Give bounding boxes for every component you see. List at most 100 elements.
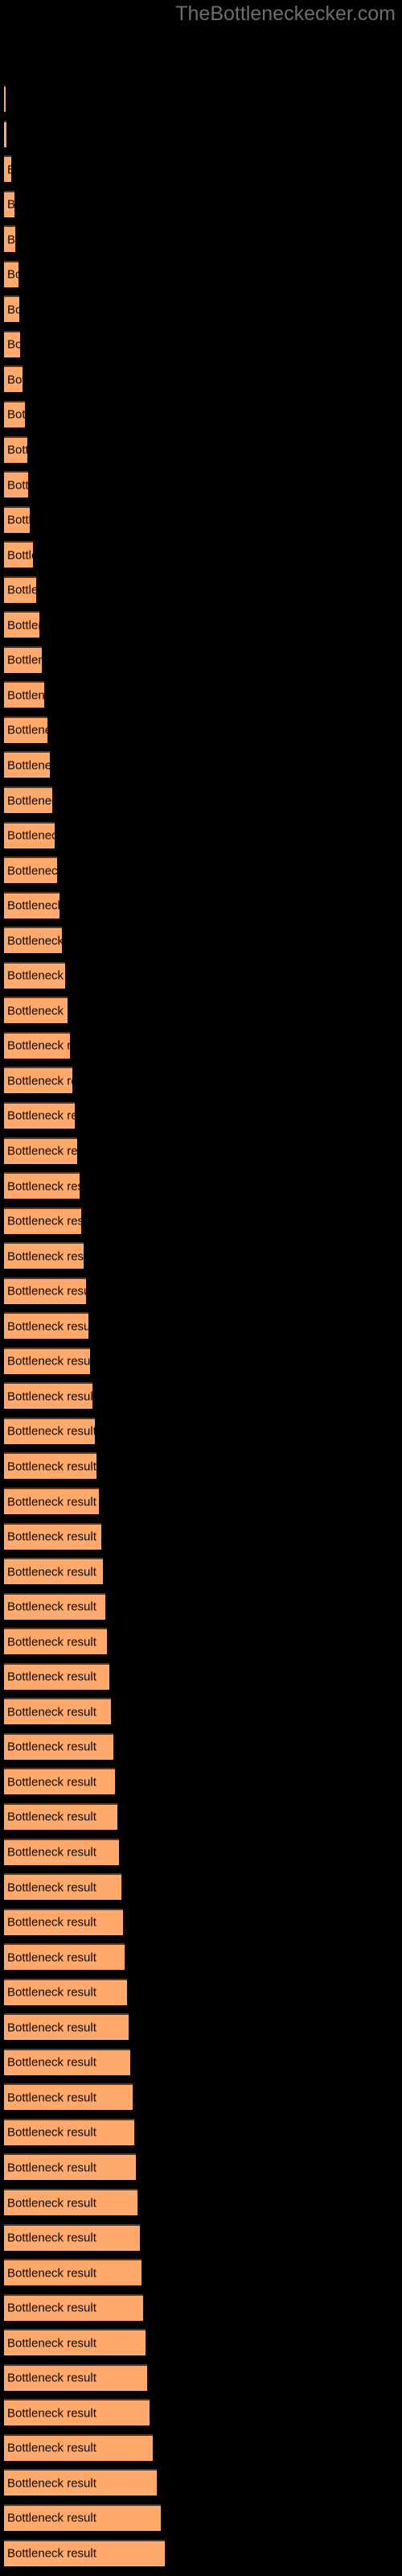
bar-label: Bottleneck result (7, 303, 19, 317)
bar-label: Bottleneck result (7, 1915, 96, 1930)
bar-label: Bottleneck result (7, 934, 62, 948)
bar[interactable]: Bottleneck result (4, 2223, 140, 2251)
bar[interactable]: Bottleneck result (4, 681, 44, 708)
bar[interactable]: Bottleneck result (4, 2399, 150, 2426)
bar-label: Bottleneck result (7, 794, 52, 807)
bar[interactable]: Bottleneck result (4, 1558, 103, 1585)
bar[interactable]: Bottleneck result (4, 2329, 146, 2356)
bar-label: Bottleneck result (7, 723, 47, 737)
bar[interactable]: Bottleneck result (4, 927, 62, 954)
bar[interactable]: Bottleneck result (4, 1732, 113, 1760)
bar[interactable]: Bottleneck result (4, 541, 33, 568)
bar[interactable]: Bottleneck result (4, 1067, 72, 1094)
bar-label: Bottleneck result (7, 2231, 96, 2245)
bar[interactable]: Bottleneck result (4, 1277, 86, 1304)
bar[interactable]: Bottleneck result (4, 2469, 157, 2496)
bar-label: Bottleneck result (7, 2476, 96, 2491)
bar[interactable]: Bottleneck result (4, 891, 59, 919)
bar[interactable]: Bottleneck result (4, 857, 57, 884)
bar[interactable]: Bottleneck result (4, 1031, 70, 1059)
bar[interactable]: Bottleneck result (4, 120, 6, 147)
bar[interactable]: Bottleneck result (4, 576, 36, 603)
bar[interactable]: Bottleneck result (4, 2434, 153, 2461)
bar[interactable]: Bottleneck result (4, 2504, 161, 2531)
bar[interactable]: Bottleneck result (4, 1417, 95, 1444)
bar-series-layer: Bottleneck result Bottleneck result Bottle… (0, 0, 402, 2576)
bar-label: Bottleneck result (7, 898, 59, 913)
bar[interactable]: Bottleneck result (4, 190, 14, 217)
bar[interactable]: Bottleneck result (4, 1347, 90, 1374)
bar[interactable]: Bottleneck result (4, 1838, 119, 1865)
bar[interactable]: Bottleneck result (4, 1943, 125, 1971)
bar[interactable]: Bottleneck result (4, 1312, 88, 1340)
bar[interactable]: Bottleneck result (4, 85, 6, 112)
bar[interactable]: Bottleneck result (4, 1662, 109, 1690)
bar-label: Bottleneck result (7, 968, 65, 983)
bar[interactable]: Bottleneck result (4, 2153, 136, 2181)
bar-label: Bottleneck result (7, 1108, 75, 1123)
bar[interactable]: Bottleneck result (4, 400, 25, 427)
bar-label: Bottleneck result (7, 1214, 81, 1228)
bar[interactable]: Bottleneck result (4, 961, 65, 989)
bar[interactable]: Bottleneck result (4, 786, 52, 813)
bar[interactable]: Bottleneck result (4, 295, 19, 323)
bar-label: Bottleneck result (7, 2021, 96, 2035)
bar[interactable]: Bottleneck result (4, 1382, 92, 1410)
bar[interactable]: Bottleneck result (4, 1242, 84, 1269)
bar[interactable]: Bottleneck result (4, 2083, 133, 2111)
bar-label: Bottleneck result (7, 1775, 96, 1790)
bar[interactable]: Bottleneck result (4, 2048, 130, 2075)
bar[interactable]: Bottleneck result (4, 2363, 147, 2391)
bar[interactable]: Bottleneck result (4, 2259, 142, 2286)
bar-label: Bottleneck result (7, 163, 11, 176)
bar[interactable]: Bottleneck result (4, 751, 50, 778)
bar-label: Bottleneck result (7, 1424, 95, 1439)
bar[interactable]: Bottleneck result (4, 365, 23, 393)
bar[interactable]: Bottleneck result (4, 1207, 81, 1234)
bar[interactable]: Bottleneck result (4, 1628, 107, 1655)
bar[interactable]: Bottleneck result (4, 155, 11, 183)
bar[interactable]: Bottleneck result (4, 821, 55, 848)
bar[interactable]: Bottleneck result (4, 1172, 80, 1199)
bar[interactable]: Bottleneck result (4, 1522, 101, 1550)
bar-label: Bottleneck result (7, 828, 55, 843)
bar[interactable]: Bottleneck result (4, 1592, 105, 1620)
bar[interactable]: Bottleneck result (4, 2013, 129, 2041)
bar[interactable]: Bottleneck result (4, 225, 15, 253)
bar[interactable]: Bottleneck result (4, 1452, 96, 1480)
bar[interactable]: Bottleneck result (4, 1768, 115, 1795)
bar-label: Bottleneck result (7, 1810, 96, 1824)
bar-label: Bottleneck result (7, 2055, 96, 2070)
bar[interactable]: Bottleneck result (4, 1908, 123, 1935)
bar-label: Bottleneck result (7, 758, 50, 773)
bar[interactable]: Bottleneck result (4, 1137, 77, 1164)
bar[interactable]: Bottleneck result (4, 2118, 134, 2145)
bar[interactable]: Bottleneck result (4, 716, 47, 743)
bar-label: Bottleneck result (7, 583, 36, 597)
bar[interactable]: Bottleneck result (4, 506, 30, 533)
bar[interactable]: Bottleneck result (4, 2293, 143, 2321)
bar-label: Bottleneck result (7, 198, 14, 212)
bar[interactable]: Bottleneck result (4, 1873, 121, 1901)
bar[interactable]: Bottleneck result (4, 2539, 165, 2566)
bar[interactable]: Bottleneck result (4, 471, 28, 498)
bar-label: Bottleneck result (7, 864, 57, 878)
bar-label: Bottleneck result (7, 443, 27, 457)
bar-label: Bottleneck result (7, 1880, 96, 1895)
bar[interactable]: Bottleneck result (4, 330, 20, 357)
bar[interactable]: Bottleneck result (4, 1978, 127, 2005)
bar-label: Bottleneck result (7, 337, 20, 352)
bar-label: Bottleneck result (7, 1985, 96, 2000)
bar[interactable]: Bottleneck result (4, 1488, 99, 1514)
bar[interactable]: Bottleneck result (4, 1802, 117, 1830)
bar-label: Bottleneck result (7, 2336, 96, 2351)
bar[interactable]: Bottleneck result (4, 1101, 75, 1129)
bar-label: Bottleneck result (7, 267, 18, 282)
bar[interactable]: Bottleneck result (4, 1698, 111, 1725)
bar[interactable]: Bottleneck result (4, 436, 27, 463)
bar[interactable]: Bottleneck result (4, 611, 39, 638)
bar[interactable]: Bottleneck result (4, 997, 68, 1024)
bar[interactable]: Bottleneck result (4, 646, 42, 673)
bar[interactable]: Bottleneck result (4, 260, 18, 287)
bar[interactable]: Bottleneck result (4, 2189, 137, 2215)
